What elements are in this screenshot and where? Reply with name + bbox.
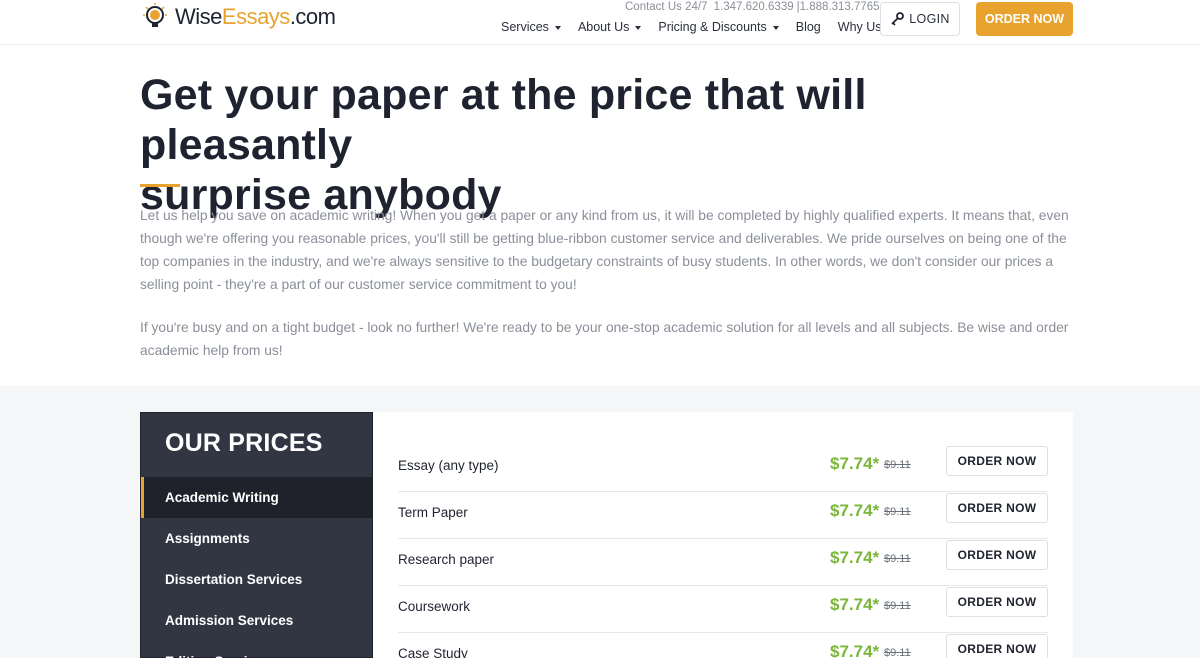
old-price: $9.11: [884, 647, 911, 658]
category-assignments[interactable]: Assignments: [141, 518, 372, 559]
nav-label: Services: [501, 20, 549, 34]
nav-label: Blog: [795, 20, 821, 34]
nav-services[interactable]: Services: [501, 20, 561, 34]
site-logo[interactable]: WiseEssays.com: [141, 2, 336, 32]
current-price: $7.74*: [830, 642, 880, 658]
price-row: Case Study $7.74* $9.11 ORDER NOW: [398, 633, 1048, 658]
old-price: $9.11: [884, 600, 911, 612]
service-name: Term Paper: [398, 505, 468, 520]
service-name: Research paper: [398, 552, 495, 567]
order-now-button[interactable]: ORDER NOW: [976, 2, 1073, 36]
service-name: Case Study: [398, 646, 468, 658]
login-button[interactable]: LOGIN: [880, 2, 960, 36]
contact-phone-2[interactable]: |1.888.313.7765: [797, 1, 880, 13]
service-name: Coursework: [398, 599, 471, 614]
row-order-now-button[interactable]: ORDER NOW: [946, 587, 1048, 617]
intro-paragraph: Let us help you save on academic writing…: [140, 208, 1069, 292]
prices-table: Essay (any type) $7.74* $9.11 ORDER NOW …: [373, 412, 1073, 658]
category-editing-services[interactable]: Editing Services: [141, 641, 372, 658]
category-admission-services[interactable]: Admission Services: [141, 600, 372, 641]
logo-text: WiseEssays.com: [175, 4, 336, 29]
nav-label: About Us: [577, 20, 630, 34]
row-order-now-button[interactable]: ORDER NOW: [946, 540, 1048, 570]
page-title: Get your paper at the price that will pl…: [140, 70, 1080, 220]
price-row: Coursework $7.74* $9.11 ORDER NOW: [398, 586, 1048, 633]
chevron-down-icon: [772, 26, 779, 30]
old-price: $9.11: [884, 553, 911, 565]
category-dissertation-services[interactable]: Dissertation Services: [141, 559, 372, 600]
category-academic-writing[interactable]: Academic Writing: [141, 477, 372, 518]
current-price: $7.74*: [830, 595, 880, 614]
row-order-now-button[interactable]: ORDER NOW: [946, 634, 1048, 658]
nav-label: Why Us: [837, 20, 882, 34]
service-name: Essay (any type): [398, 458, 499, 473]
login-label: LOGIN: [909, 12, 950, 26]
nav-about-us[interactable]: About Us: [577, 20, 642, 34]
chevron-down-icon: [554, 26, 561, 30]
contact-label: Contact Us 24/7: [625, 1, 708, 13]
current-price: $7.74*: [830, 548, 880, 567]
key-icon: [890, 12, 905, 26]
price-row: Research paper $7.74* $9.11 ORDER NOW: [398, 539, 1048, 586]
row-order-now-button[interactable]: ORDER NOW: [946, 446, 1048, 476]
site-header: WiseEssays.com Contact Us 24/7 1.347.620…: [0, 0, 1200, 45]
contact-info: Contact Us 24/7 1.347.620.6339 |1.888.313…: [625, 1, 883, 13]
current-price: $7.74*: [830, 454, 880, 473]
current-price: $7.74*: [830, 501, 880, 520]
old-price: $9.11: [884, 459, 911, 471]
nav-label: Pricing & Discounts: [658, 20, 767, 34]
intro-paragraph-2: If you're busy and on a tight budget - l…: [140, 320, 1069, 358]
prices-sidebar: OUR PRICES Academic Writing Assignments …: [140, 412, 373, 658]
nav-pricing-discounts[interactable]: Pricing & Discounts: [658, 20, 779, 34]
price-row: Essay (any type) $7.74* $9.11 ORDER NOW: [398, 445, 1048, 492]
row-order-now-button[interactable]: ORDER NOW: [946, 493, 1048, 523]
lightbulb-icon: [141, 3, 169, 31]
contact-phone-1[interactable]: 1.347.620.6339: [714, 1, 794, 13]
title-underline: [140, 184, 180, 187]
prices-heading: OUR PRICES: [165, 429, 323, 457]
chevron-down-icon: [635, 26, 642, 30]
nav-blog[interactable]: Blog: [796, 20, 821, 34]
price-row: Term Paper $7.74* $9.11 ORDER NOW: [398, 492, 1048, 539]
nav-why-us[interactable]: Why Us: [838, 20, 882, 34]
old-price: $9.11: [884, 506, 911, 518]
page-title-line-1: Get your paper at the price that will pl…: [140, 71, 867, 169]
main-nav: Services About Us Pricing & Discounts Bl…: [501, 20, 899, 34]
